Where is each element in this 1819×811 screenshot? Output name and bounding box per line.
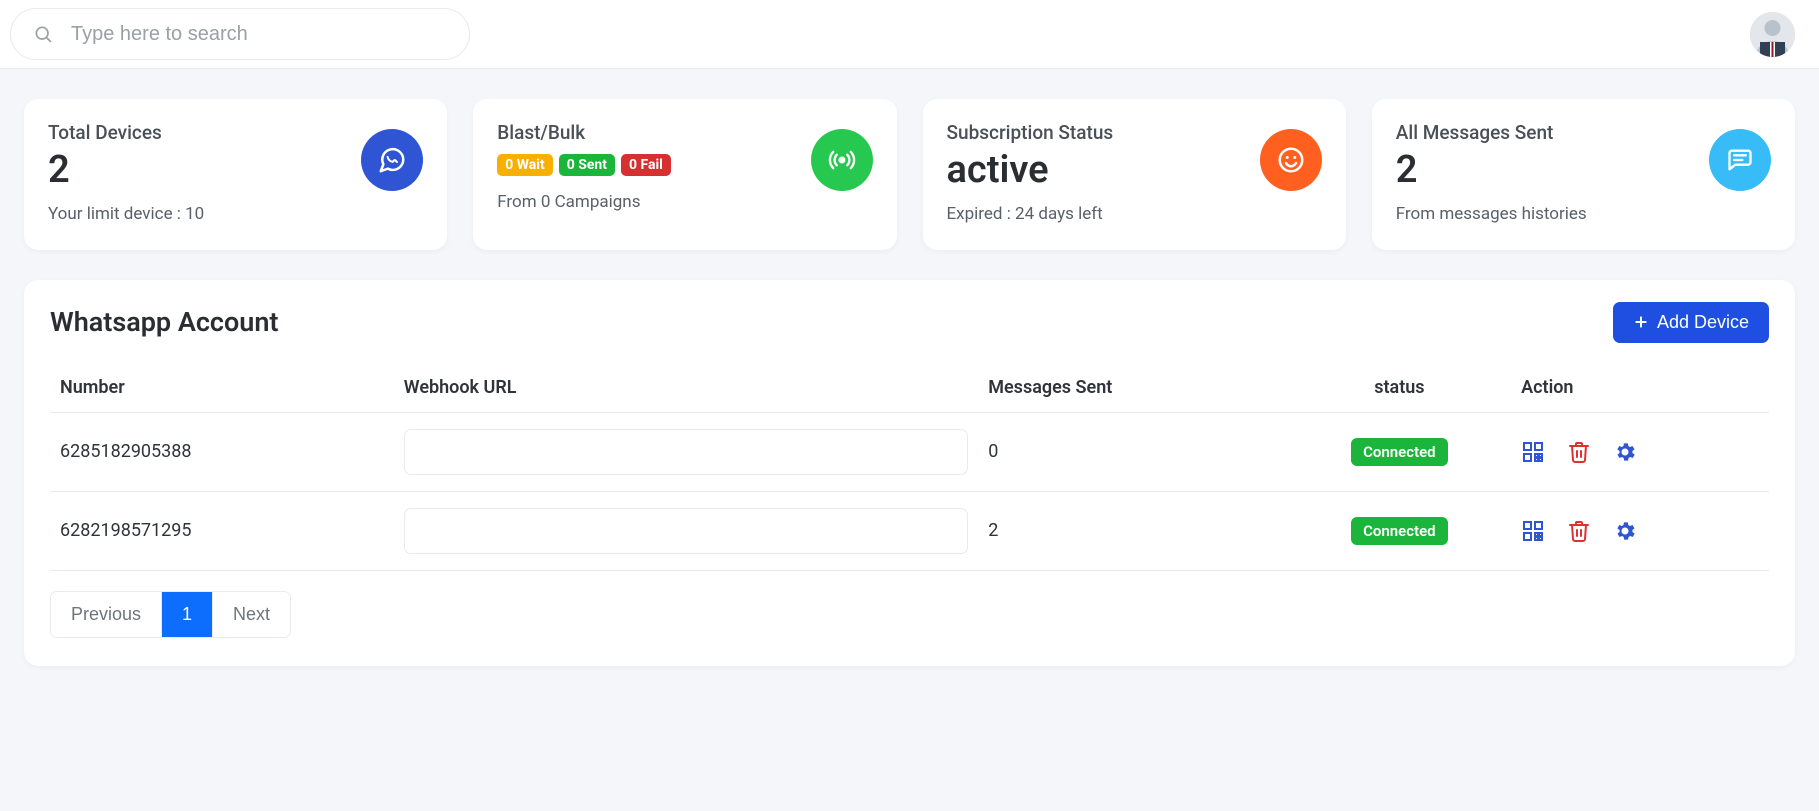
add-device-button[interactable]: Add Device	[1613, 302, 1769, 343]
cell-messages: 2	[978, 491, 1287, 570]
broadcast-icon	[811, 129, 873, 191]
panel-title: Whatsapp Account	[50, 306, 279, 338]
whatsapp-account-panel: Whatsapp Account Add Device Number Webho…	[24, 280, 1795, 666]
whatsapp-icon	[361, 129, 423, 191]
badge-fail: 0 Fail	[621, 154, 671, 176]
add-device-label: Add Device	[1657, 312, 1749, 333]
pagination-next[interactable]: Next	[213, 592, 290, 637]
table-row: 6282198571295 2 Connected	[50, 491, 1769, 570]
qr-icon[interactable]	[1521, 440, 1545, 464]
card-subtext: Your limit device : 10	[48, 204, 204, 224]
th-status: status	[1288, 363, 1511, 413]
card-value: 2	[48, 150, 204, 192]
qr-icon[interactable]	[1521, 519, 1545, 543]
badge-wait: 0 Wait	[497, 154, 552, 176]
avatar[interactable]	[1750, 12, 1795, 57]
card-blast-bulk: Blast/Bulk 0 Wait 0 Sent 0 Fail From 0 C…	[473, 99, 896, 250]
top-bar	[0, 0, 1819, 69]
trash-icon[interactable]	[1567, 519, 1591, 543]
card-messages-sent: All Messages Sent 2 From messages histor…	[1372, 99, 1795, 250]
th-action: Action	[1511, 363, 1769, 413]
search-input[interactable]	[69, 22, 447, 47]
gear-icon[interactable]	[1613, 519, 1637, 543]
trash-icon[interactable]	[1567, 440, 1591, 464]
card-value: 2	[1396, 150, 1587, 192]
th-webhook: Webhook URL	[394, 363, 978, 413]
badge-row: 0 Wait 0 Sent 0 Fail	[497, 154, 671, 176]
card-title: Blast/Bulk	[497, 121, 671, 144]
th-messages: Messages Sent	[978, 363, 1287, 413]
card-subtext: Expired : 24 days left	[947, 204, 1114, 224]
pagination-prev[interactable]: Previous	[51, 592, 162, 637]
status-badge: Connected	[1351, 517, 1448, 545]
card-total-devices: Total Devices 2 Your limit device : 10	[24, 99, 447, 250]
devices-table: Number Webhook URL Messages Sent status …	[50, 363, 1769, 571]
card-subtext: From messages histories	[1396, 204, 1587, 224]
card-subscription: Subscription Status active Expired : 24 …	[923, 99, 1346, 250]
pagination-page-1[interactable]: 1	[162, 592, 213, 637]
plus-icon	[1633, 314, 1649, 330]
stat-cards-row: Total Devices 2 Your limit device : 10 B…	[0, 69, 1819, 280]
card-title: Subscription Status	[947, 121, 1114, 144]
cell-number: 6285182905388	[50, 412, 394, 491]
webhook-input[interactable]	[404, 508, 968, 554]
gear-icon[interactable]	[1613, 440, 1637, 464]
card-subtext: From 0 Campaigns	[497, 192, 671, 212]
pagination: Previous 1 Next	[50, 591, 291, 638]
card-value: active	[947, 150, 1114, 192]
cell-messages: 0	[978, 412, 1287, 491]
search-icon	[33, 24, 53, 44]
cell-number: 6282198571295	[50, 491, 394, 570]
webhook-input[interactable]	[404, 429, 968, 475]
badge-sent: 0 Sent	[559, 154, 615, 176]
search-box[interactable]	[10, 8, 470, 60]
smile-icon	[1260, 129, 1322, 191]
th-number: Number	[50, 363, 394, 413]
card-title: Total Devices	[48, 121, 204, 144]
status-badge: Connected	[1351, 438, 1448, 466]
table-row: 6285182905388 0 Connected	[50, 412, 1769, 491]
message-icon	[1709, 129, 1771, 191]
card-title: All Messages Sent	[1396, 121, 1587, 144]
